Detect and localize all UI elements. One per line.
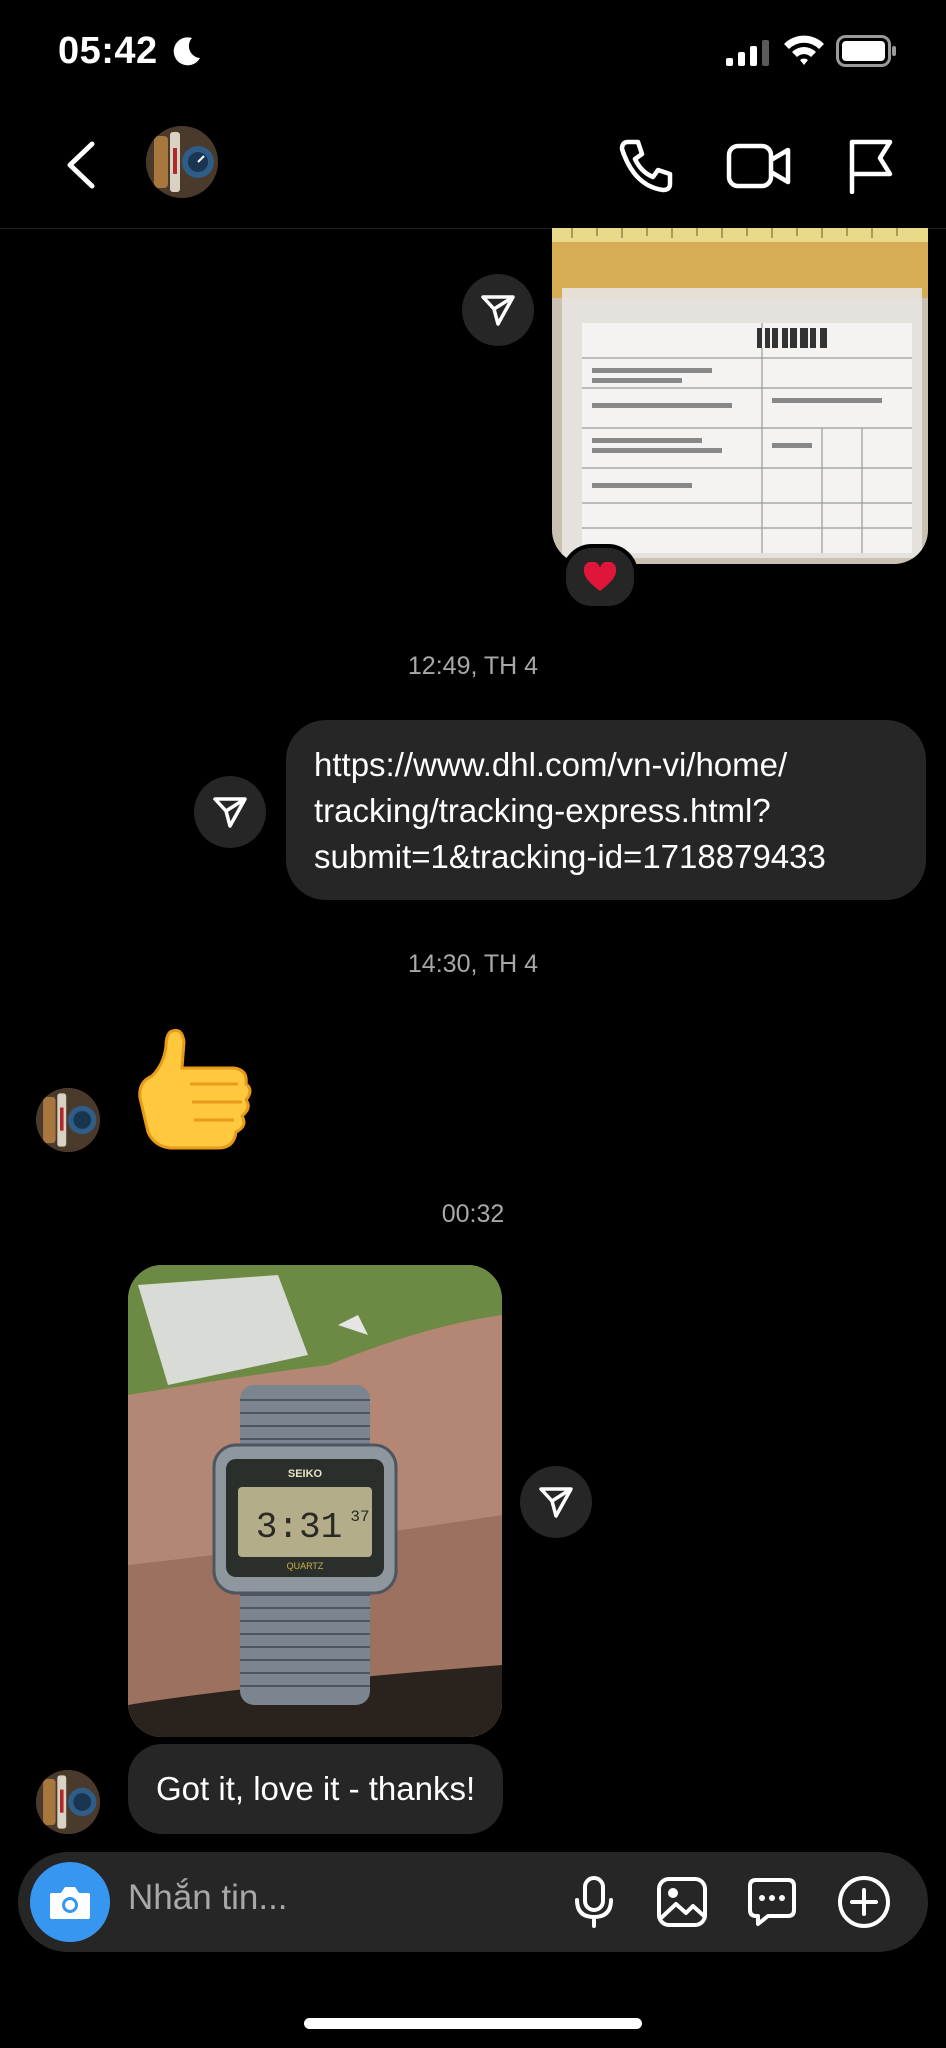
status-time: 05:42 [58,30,158,72]
timestamp: 00:32 [441,1200,505,1228]
heart-icon [583,562,617,591]
home-indicator[interactable] [304,2018,642,2029]
svg-text:SEIKO: SEIKO [288,1468,323,1480]
microphone-icon [575,1876,613,1928]
message-input-placeholder: Nhắn tin... [128,1878,288,1917]
message-text: Got it, love it - thanks! [156,1770,476,1807]
flag-icon[interactable] [846,136,896,194]
back-icon[interactable] [62,140,102,190]
share-button[interactable] [194,776,266,848]
text-message-bubble[interactable]: Got it, love it - thanks! [128,1744,504,1834]
share-icon [539,1487,573,1518]
battery-icon [836,35,896,67]
share-icon [481,295,515,326]
plus-button[interactable] [834,1872,894,1932]
gallery-icon [657,1877,707,1927]
svg-text:37: 37 [350,1508,369,1526]
link-text-line[interactable]: submit=1&tracking-id=1718879433 [314,834,902,880]
share-icon [213,797,247,828]
gallery-button[interactable] [652,1872,712,1932]
timestamp: 14:30, TH 4 [407,950,539,978]
svg-text:QUARTZ: QUARTZ [287,1561,324,1571]
share-button[interactable] [462,274,534,346]
sticker-icon [748,1878,796,1926]
heart-reaction[interactable] [562,544,638,610]
microphone-button[interactable] [564,1872,624,1932]
message-input[interactable]: Nhắn tin... [128,1878,288,1918]
camera-button[interactable] [30,1862,110,1942]
thumbs-up-emoji[interactable] [130,1024,254,1154]
timestamp: 12:49, TH 4 [407,652,539,680]
moon-icon [173,37,200,66]
contact-avatar[interactable] [36,1088,100,1152]
signal-icon [726,40,769,66]
sticker-button[interactable] [742,1872,802,1932]
video-icon[interactable] [726,140,792,192]
phone-icon[interactable] [616,136,676,196]
svg-text:3:31: 3:31 [256,1507,342,1548]
shipment-photo[interactable] [552,228,928,564]
link-text-line[interactable]: https://www.dhl.com/vn-vi/home/ [314,742,902,788]
contact-avatar[interactable] [36,1770,100,1834]
link-message-bubble[interactable]: https://www.dhl.com/vn-vi/home/ tracking… [286,720,926,900]
plus-icon [838,1876,890,1928]
share-button[interactable] [520,1466,592,1538]
contact-avatar[interactable] [146,126,218,198]
watch-photo[interactable]: SEIKO 3:31 37 QUARTZ [128,1265,502,1737]
wifi-icon [784,35,824,65]
camera-icon [50,1887,90,1919]
link-text-line[interactable]: tracking/tracking-express.html? [314,788,902,834]
